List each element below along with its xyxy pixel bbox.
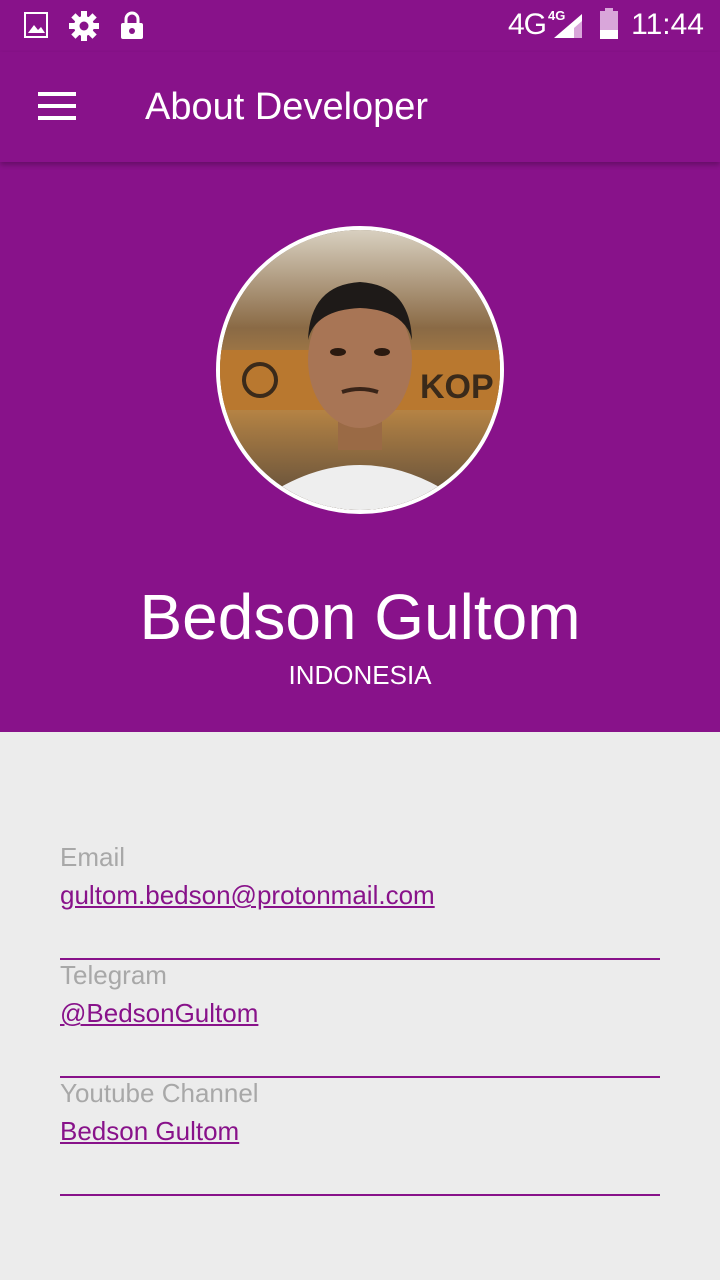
developer-name: Bedson Gultom [139, 581, 581, 653]
app-bar: About Developer [0, 52, 720, 162]
contact-telegram: Telegram @BedsonGultom [60, 960, 660, 1078]
signal-icon [554, 14, 582, 38]
contact-email: Email gultom.bedson@protonmail.com [60, 842, 660, 960]
avatar-photo: KOP [220, 230, 500, 510]
clock: 11:44 [631, 8, 704, 41]
avatar: KOP [216, 226, 504, 514]
lock-icon [121, 11, 143, 39]
contact-label: Email [60, 842, 126, 872]
youtube-link[interactable]: Bedson Gultom [60, 1116, 239, 1147]
contact-label: Youtube Channel [60, 1078, 259, 1108]
svg-text:KOP: KOP [420, 368, 494, 406]
gear-icon [69, 11, 99, 41]
image-icon [24, 12, 48, 38]
network-type: 4G [508, 8, 547, 41]
profile-header: KOP Bedson Gultom INDONESIA [0, 162, 720, 732]
status-bar: 4G 4G 11:44 [0, 0, 720, 52]
contact-label: Telegram [60, 960, 167, 990]
hamburger-menu-icon[interactable] [38, 92, 76, 120]
email-link[interactable]: gultom.bedson@protonmail.com [60, 880, 435, 911]
telegram-link[interactable]: @BedsonGultom [60, 998, 258, 1029]
page-title: About Developer [145, 86, 429, 128]
developer-country: INDONESIA [288, 660, 432, 690]
contact-youtube: Youtube Channel Bedson Gultom [60, 1078, 660, 1196]
battery-icon [600, 8, 618, 39]
